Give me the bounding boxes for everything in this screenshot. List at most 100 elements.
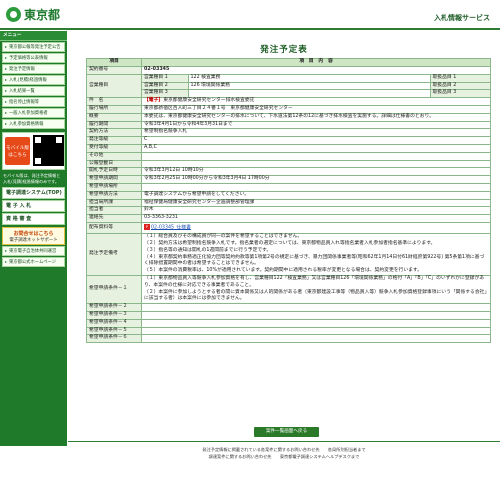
inquiry-subtitle: 電子調達ネットサポート — [9, 238, 58, 243]
person-value: 鈴木 — [141, 206, 491, 216]
arrow-icon — [5, 101, 7, 103]
row-label: 担当者 — [86, 206, 142, 216]
table-row: 概要 本委託は、東京都健康安全研究センターの排水について、下水道法第12条の12に… — [86, 112, 491, 122]
title-value: 東京都健康安全研究センター排水検査委託 — [163, 98, 255, 104]
table-row: 担当局所課 福祉保健局健康安全研究センター企画調整部管理課 — [86, 198, 491, 208]
table-row: 希望申請条件－２ — [86, 303, 491, 312]
table-header-row: 項目 項 目 内 容 — [86, 58, 491, 67]
table-row: 希望申請条件－６ — [86, 334, 491, 344]
table-row: 配布資料等 P 02-03345_仕様書 — [86, 221, 491, 235]
row-label: 希望申請条件－３ — [86, 311, 142, 320]
table-row: 発注予定備考 （１）総合員及びその構成員が同一の案件を希望することはできません。… — [86, 233, 491, 277]
tokyo-logo[interactable]: 東京都 — [6, 6, 60, 22]
sidebar-item-qualified[interactable]: 一般入札参加資格者 — [2, 108, 65, 118]
page-title: 発注予定表 — [260, 45, 308, 55]
business-type-name: 営業種目 1 — [142, 74, 189, 83]
table-row: 受付等級 A,B,C — [86, 143, 491, 153]
business-type-value: 126 環境関係業務 — [188, 81, 430, 90]
top-header: 東京都 入札情報サービス — [0, 0, 500, 30]
table-row: 発注等級 C — [86, 136, 491, 145]
row-label: 発注予定備考 — [86, 233, 142, 277]
sidebar-item-suspension[interactable]: 指名停止情報等 — [2, 97, 65, 107]
table-row: 件 名【電子】東京都健康安全研究センター排水検査委託 — [86, 97, 491, 106]
qr-finder-icon — [33, 135, 43, 145]
arrow-icon — [5, 250, 7, 252]
arrow-icon — [5, 112, 7, 114]
sidebar-item-public-notice[interactable]: 東京都公報等発注予定公告 — [2, 42, 65, 52]
sidebar-item-label: 指名停止情報等 — [9, 99, 40, 105]
condition-6-value — [141, 334, 491, 344]
table-row: 開札予定日時 令和3年3月12日 10時10分 — [86, 167, 491, 177]
location-value: 東京都新宿区百人町三丁目２４番１号 東京都健康安全研究センター — [141, 104, 491, 114]
row-label: 契約番号 — [86, 66, 142, 75]
inquiry-banner[interactable]: お問合せはこちら 電子調達ネットサポート — [2, 227, 65, 245]
apply-period-value: 令和3年2月25日 10時00分から令和3年3月4日 17時00分 — [141, 175, 491, 184]
sidebar-item-qualification-info[interactable]: 入札参加資格情報 — [2, 119, 65, 129]
row-label: 希望申請条件－５ — [86, 326, 142, 336]
arrow-icon — [5, 261, 7, 263]
sidebar-item-label: 一般入札参加資格者 — [9, 110, 48, 116]
document-cell: P 02-03345_仕様書 — [141, 221, 491, 235]
sidebar-item-bid-progress[interactable]: 入札(見積)経過情報 — [2, 75, 65, 85]
qr-finder-icon — [54, 135, 64, 145]
handling-item-label: 取扱品目 3 — [429, 89, 490, 98]
row-label: 契約方法 — [86, 128, 142, 138]
logo-text: 東京都 — [24, 7, 61, 22]
table-row: 希望申請条件－３ — [86, 311, 491, 320]
business-type-name: 営業種目 3 — [142, 89, 189, 98]
period-value: 令和3年4月1日から令和4年3月31日まで — [141, 120, 491, 130]
mobile-version-button[interactable]: モバイル版はこちら — [5, 137, 30, 165]
footer: 発注予定情報に掲載されている各案件に関するお問い合わせ先 各局所別担当者まで 調… — [68, 441, 500, 477]
e-procurement-top-link[interactable]: 電子調達システム(TOP) — [2, 187, 65, 199]
row-label: 希望申請場所 — [86, 182, 142, 192]
back-to-list-button[interactable]: 案件一覧画面へ戻る — [254, 427, 319, 437]
other-value — [141, 151, 491, 161]
tokyo-homepage-link[interactable]: 東京都公式ホームページ — [2, 257, 65, 267]
sidebar-item-bid-results[interactable]: 入札結果一覧 — [2, 86, 65, 96]
main-content: 発注予定表 項目 項 目 内 容 契約番号 02-03345 営業種目 営業種目 … — [68, 31, 500, 477]
business-type-value — [188, 89, 430, 98]
table-row: 希望申請場所 — [86, 182, 491, 192]
row-label: 履行場所 — [86, 104, 142, 114]
mobile-panel: モバイル版はこちら — [2, 132, 65, 170]
sidebar-item-label: 発注予定情報 — [9, 66, 35, 72]
table-row: 契約方法 希望制指名競争入札 — [86, 128, 491, 138]
row-label: 希望申請条件－１ — [86, 275, 142, 305]
condition-3-value — [141, 311, 491, 320]
sidebar-item-label: 東京都公報等発注予定公告 — [9, 44, 61, 50]
row-label: 営業種目 — [86, 73, 142, 99]
qualification-review-link[interactable]: 資 格 審 査 — [2, 213, 65, 225]
note-line: （３）指名等の通知は開札の1週間前までに行う予定です。 — [144, 247, 272, 253]
row-label: 履行期間 — [86, 120, 142, 130]
sidebar-item-label: 予定価格等公表情報 — [9, 55, 48, 61]
row-label: 公報登載日 — [86, 159, 142, 169]
sidebar-item-label: 東京電子自治体共同運営 — [9, 248, 57, 254]
method-value: 希望制指名競争入札 — [141, 128, 491, 138]
row-label: 担当局所課 — [86, 198, 142, 208]
row-label: 概要 — [86, 112, 142, 122]
row-label: 発注等級 — [86, 136, 142, 145]
mobile-note: モバイル版は、発注予定情報と入札(見積)経過情報のみです。 — [3, 173, 61, 184]
e-bidding-link[interactable]: 電 子 入 札 — [2, 200, 65, 212]
order-plan-table: 項目 項 目 内 容 契約番号 02-03345 営業種目 営業種目 1 122 検… — [86, 58, 491, 344]
table-row: 希望申請条件－５ — [86, 326, 491, 336]
row-label: 配布資料等 — [86, 221, 142, 235]
condition-5-value — [141, 326, 491, 336]
apply-method-value: 電子調達システムから希望申請をしてください。 — [141, 190, 491, 200]
business-type-name: 営業種目 2 — [142, 81, 189, 90]
table-row: 契約番号 02-03345 — [86, 66, 491, 75]
order-grade-value: C — [141, 136, 491, 145]
table-row: 希望申請方法 電子調達システムから希望申請をしてください。 — [86, 190, 491, 200]
handling-item-label: 取扱品目 2 — [429, 81, 490, 90]
column-header-item: 項目 — [86, 58, 142, 67]
sidebar-item-order-plan[interactable]: 発注予定情報 — [2, 64, 65, 74]
sidebar-item-label: 入札参加資格情報 — [9, 121, 44, 127]
table-row: 履行場所 東京都新宿区百人町三丁目２４番１号 東京都健康安全研究センター — [86, 104, 491, 114]
row-label: 受付等級 — [86, 143, 142, 153]
sidebar-item-price-info[interactable]: 予定価格等公表情報 — [2, 53, 65, 63]
spec-document-link[interactable]: 02-03345_仕様書 — [151, 225, 191, 230]
joint-operation-link[interactable]: 東京電子自治体共同運営 — [2, 246, 65, 256]
table-row: 履行期間 令和3年4月1日から令和4年3月31日まで — [86, 120, 491, 130]
condition-1-cell: （１）東京都物品買入等競争入札参加資格を有し、営業種目122「検査業務」又は営業… — [141, 275, 491, 305]
phone-value: 03-3363-3231 — [141, 214, 491, 223]
